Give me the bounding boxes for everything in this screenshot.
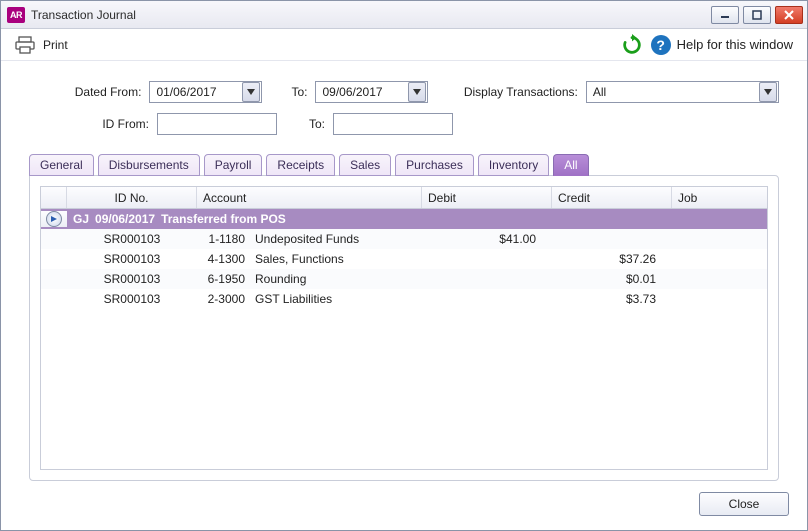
- column-job[interactable]: Job: [672, 187, 767, 208]
- dated-to-label: To:: [270, 85, 307, 99]
- minimize-button[interactable]: [711, 6, 739, 24]
- id-to-label: To:: [285, 117, 325, 131]
- cell-credit: $3.73: [552, 292, 672, 306]
- id-to-field[interactable]: [333, 113, 453, 135]
- tab-disbursements[interactable]: Disbursements: [98, 154, 200, 176]
- tab-bar: General Disbursements Payroll Receipts S…: [29, 154, 779, 176]
- column-id[interactable]: ID No.: [67, 187, 197, 208]
- footer: Close: [1, 481, 807, 530]
- tab-all[interactable]: All: [553, 154, 588, 176]
- dated-from-field[interactable]: 01/06/2017: [149, 81, 262, 103]
- app-badge: AR: [7, 7, 25, 23]
- table-row[interactable]: SR0001031-1180Undeposited Funds$41.00: [41, 229, 767, 249]
- cell-id: SR000103: [67, 292, 197, 306]
- tabs-container: General Disbursements Payroll Receipts S…: [1, 153, 807, 481]
- filter-panel: Dated From: 01/06/2017 To: 09/06/2017 Di…: [1, 61, 807, 153]
- tab-purchases[interactable]: Purchases: [395, 154, 474, 176]
- close-button[interactable]: Close: [699, 492, 789, 516]
- transaction-grid: ID No. Account Debit Credit Job GJ 09/06…: [40, 186, 768, 470]
- help-label: Help for this window: [677, 37, 793, 52]
- cell-credit: $37.26: [552, 252, 672, 266]
- cell-debit: $41.00: [422, 232, 552, 246]
- dropdown-icon[interactable]: [408, 82, 426, 102]
- window-controls: [711, 6, 803, 24]
- tab-receipts[interactable]: Receipts: [266, 154, 335, 176]
- column-account[interactable]: Account: [197, 187, 422, 208]
- tab-panel: ID No. Account Debit Credit Job GJ 09/06…: [29, 175, 779, 481]
- cell-id: SR000103: [67, 272, 197, 286]
- column-debit[interactable]: Debit: [422, 187, 552, 208]
- maximize-button[interactable]: [743, 6, 771, 24]
- cell-id: SR000103: [67, 252, 197, 266]
- tab-general[interactable]: General: [29, 154, 94, 176]
- print-button[interactable]: Print: [43, 38, 68, 52]
- window-root: AR Transaction Journal Print ? Help for …: [0, 0, 808, 531]
- table-row[interactable]: SR0001034-1300Sales, Functions $37.26: [41, 249, 767, 269]
- dated-from-label: Dated From:: [29, 85, 141, 99]
- grid-body: GJ 09/06/2017 Transferred from POS SR000…: [41, 209, 767, 469]
- cell-id: SR000103: [67, 232, 197, 246]
- help-button[interactable]: ? Help for this window: [651, 35, 793, 55]
- help-icon: ?: [651, 35, 671, 55]
- group-row[interactable]: GJ 09/06/2017 Transferred from POS: [41, 209, 767, 229]
- toolbar: Print ? Help for this window: [1, 29, 807, 61]
- cell-account: 6-1950Rounding: [197, 272, 422, 286]
- column-expand: [41, 187, 67, 208]
- cell-credit: $0.01: [552, 272, 672, 286]
- window-title: Transaction Journal: [31, 8, 705, 22]
- expand-arrow-icon[interactable]: [41, 211, 67, 227]
- tab-sales[interactable]: Sales: [339, 154, 391, 176]
- cell-account: 1-1180Undeposited Funds: [197, 232, 422, 246]
- tab-inventory[interactable]: Inventory: [478, 154, 549, 176]
- grid-header: ID No. Account Debit Credit Job: [41, 187, 767, 209]
- print-icon[interactable]: [15, 36, 35, 54]
- id-from-field[interactable]: [157, 113, 277, 135]
- titlebar: AR Transaction Journal: [1, 1, 807, 29]
- id-from-input[interactable]: [164, 117, 270, 131]
- dropdown-icon[interactable]: [759, 82, 777, 102]
- table-row[interactable]: SR0001032-3000GST Liabilities $3.73: [41, 289, 767, 309]
- group-desc: Transferred from POS: [161, 212, 286, 226]
- group-date: 09/06/2017: [95, 212, 155, 226]
- cell-account: 4-1300Sales, Functions: [197, 252, 422, 266]
- dated-to-field[interactable]: 09/06/2017: [315, 81, 428, 103]
- display-transactions-value: All: [587, 85, 758, 99]
- refresh-icon[interactable]: [621, 34, 643, 56]
- table-row[interactable]: SR0001036-1950Rounding $0.01: [41, 269, 767, 289]
- column-credit[interactable]: Credit: [552, 187, 672, 208]
- display-transactions-select[interactable]: All: [586, 81, 779, 103]
- dropdown-icon[interactable]: [242, 82, 260, 102]
- dated-from-value: 01/06/2017: [150, 85, 241, 99]
- close-window-button[interactable]: [775, 6, 803, 24]
- display-transactions-label: Display Transactions:: [436, 85, 578, 99]
- id-to-input[interactable]: [340, 117, 446, 131]
- dated-to-value: 09/06/2017: [316, 85, 407, 99]
- group-code: GJ: [73, 212, 89, 226]
- cell-account: 2-3000GST Liabilities: [197, 292, 422, 306]
- id-from-label: ID From:: [29, 117, 149, 131]
- tab-payroll[interactable]: Payroll: [204, 154, 263, 176]
